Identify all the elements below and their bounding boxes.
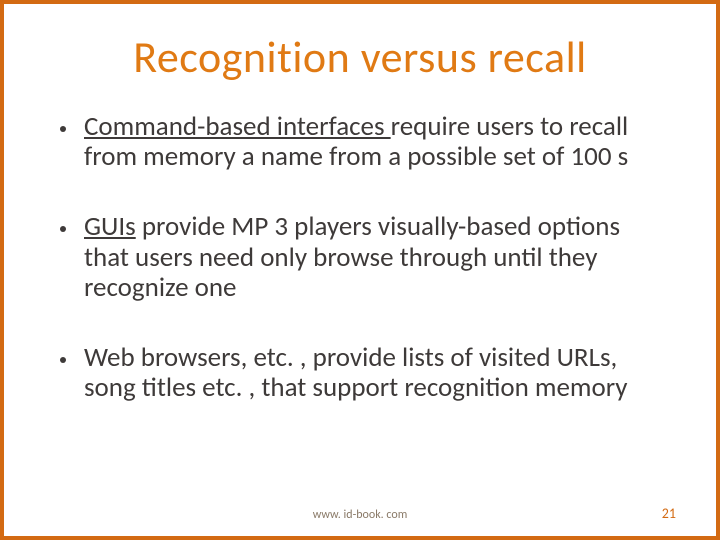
bullet-item: Web browsers, etc. , provide lists of vi… [60,343,660,403]
bullet-underlined: GUIs [84,210,136,243]
bullet-rest: Web browsers, etc. , provide lists of vi… [84,341,628,404]
bullet-rest: provide MP 3 players visually-based opti… [84,210,620,303]
bullet-text: Web browsers, etc. , provide lists of vi… [84,343,660,403]
bullet-dot-icon [60,357,66,363]
page-number: 21 [662,505,676,522]
bullet-dot-icon [60,226,66,232]
slide-title: Recognition versus recall [4,30,716,84]
bullet-dot-icon [60,126,66,132]
bullet-item: GUIs provide MP 3 players visually-based… [60,212,660,303]
bullet-text: Command-based interfaces require users t… [84,112,660,172]
bullet-item: Command-based interfaces require users t… [60,112,660,172]
slide-body: Command-based interfaces require users t… [4,112,716,404]
bullet-text: GUIs provide MP 3 players visually-based… [84,212,660,303]
bullet-underlined: Command-based interfaces [84,110,391,143]
footer-url: www. id-book. com [4,508,716,522]
slide: Recognition versus recall Command-based … [0,0,720,540]
